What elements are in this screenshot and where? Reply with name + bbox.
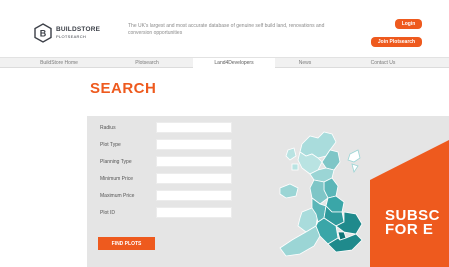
subscribe-overlay[interactable]: SUBSC FOR E <box>0 0 449 267</box>
subscribe-text[interactable]: SUBSC FOR E <box>385 208 440 238</box>
page: B BUILDSTORE PLOTSEARCH The UK's largest… <box>0 0 449 267</box>
subscribe-line-2: FOR E <box>385 221 434 238</box>
subscribe-banner[interactable] <box>370 140 449 267</box>
